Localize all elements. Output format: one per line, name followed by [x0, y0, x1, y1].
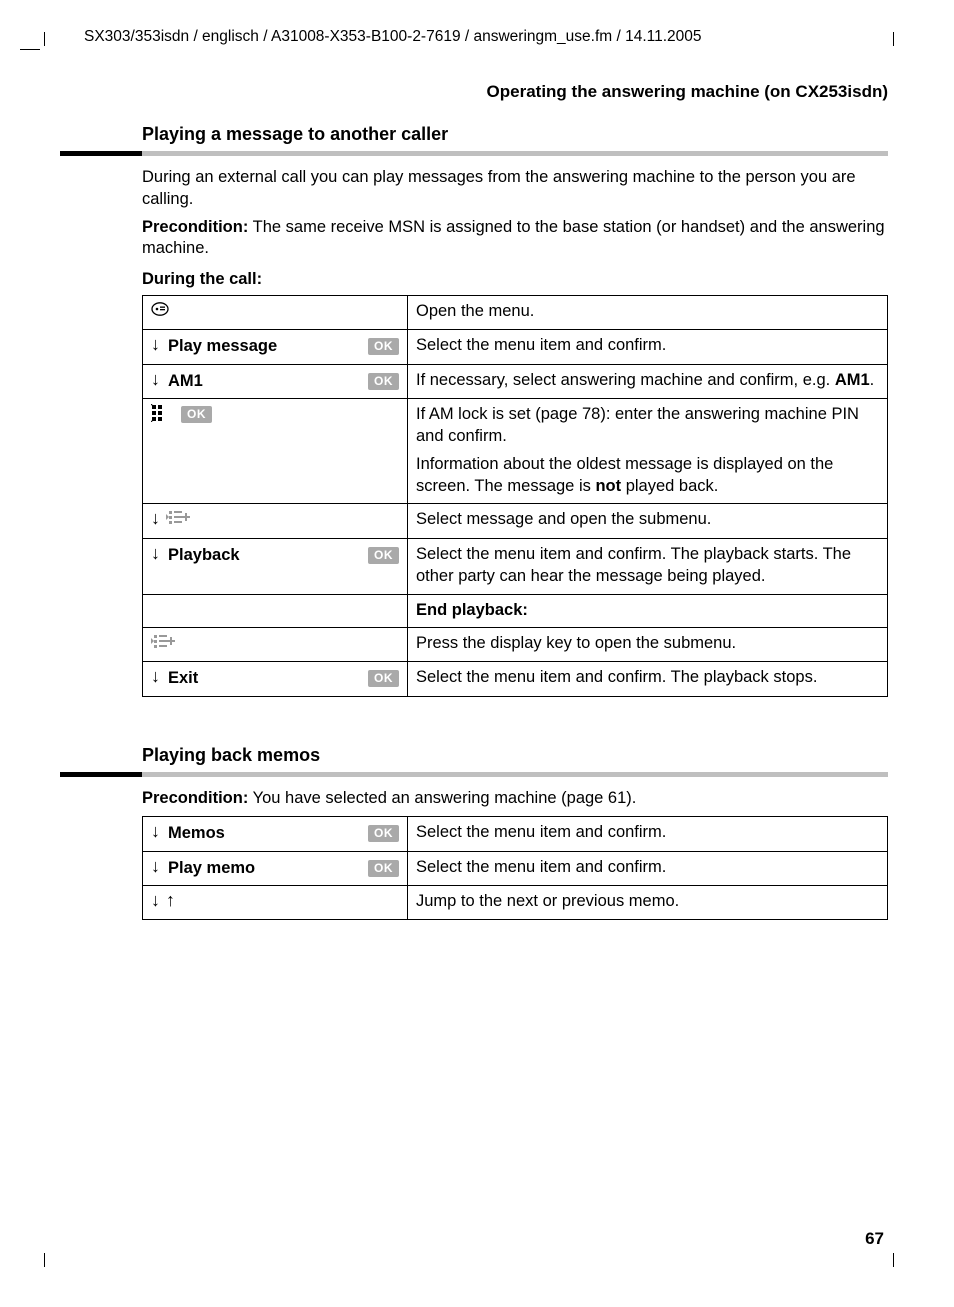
- desc-bold: not: [595, 477, 621, 495]
- table-row: ↓ Playback OK Select the menu item and c…: [143, 539, 888, 595]
- arrow-up-icon: ↑: [166, 891, 175, 909]
- ok-badge: OK: [181, 406, 212, 423]
- crop-mark: [44, 1253, 45, 1267]
- arrow-down-icon: ↓: [151, 857, 160, 875]
- step-description: Select the menu item and confirm.: [408, 329, 888, 364]
- table-row: Open the menu.: [143, 296, 888, 330]
- precondition-text: You have selected an answering machine (…: [248, 789, 636, 807]
- precondition: Precondition: You have selected an answe…: [142, 788, 888, 810]
- step-description: Select the menu item and confirm.: [408, 816, 888, 851]
- content-area: Playing a message to another caller Duri…: [142, 124, 888, 920]
- step-action: ↓ ↑: [143, 886, 408, 920]
- step-description: Press the display key to open the submen…: [408, 628, 888, 662]
- desc-bold: AM1: [835, 371, 870, 389]
- step-action: ↓: [143, 504, 408, 539]
- crop-mark: [44, 32, 45, 46]
- section-heading-memos: Playing back memos: [142, 745, 888, 766]
- step-description: Open the menu.: [408, 296, 888, 330]
- table-row: ↓ AM1 OK If necessary, select answering …: [143, 364, 888, 399]
- ok-badge: OK: [368, 670, 399, 687]
- step-action: ↓ AM1 OK: [143, 364, 408, 399]
- table-row: Press the display key to open the submen…: [143, 628, 888, 662]
- step-action: OK: [143, 399, 408, 504]
- section-heading-play-message: Playing a message to another caller: [142, 124, 888, 145]
- menu-key-icon: [151, 301, 169, 317]
- paragraph: During an external call you can play mes…: [142, 167, 888, 211]
- crop-mark: [893, 32, 894, 46]
- desc-text: played back.: [621, 477, 718, 495]
- menu-item-label: Play message: [168, 335, 399, 358]
- precondition-label: Precondition:: [142, 218, 248, 236]
- step-description: Select the menu item and confirm.: [408, 851, 888, 886]
- step-action: ↓ Exit OK: [143, 662, 408, 697]
- ok-badge: OK: [368, 338, 399, 355]
- step-description: Select the menu item and confirm. The pl…: [408, 539, 888, 595]
- table-row: End playback:: [143, 594, 888, 628]
- step-action: ↓ Playback OK: [143, 539, 408, 595]
- crop-mark: [20, 49, 40, 50]
- step-description: Select the menu item and confirm. The pl…: [408, 662, 888, 697]
- heading-rule: [142, 151, 888, 157]
- ok-badge: OK: [368, 373, 399, 390]
- table-row: ↓ Play memo OK Select the menu item and …: [143, 851, 888, 886]
- table-row: ↓ Play message OK Select the menu item a…: [143, 329, 888, 364]
- precondition: Precondition: The same receive MSN is as…: [142, 217, 888, 261]
- running-header: Operating the answering machine (on CX25…: [60, 82, 894, 102]
- submenu-icon: [151, 633, 177, 649]
- desc-text: If AM lock is set (page 78): enter the a…: [416, 404, 879, 448]
- arrow-down-icon: ↓: [151, 667, 160, 685]
- step-description: Select message and open the submenu.: [408, 504, 888, 539]
- menu-item-label: Playback: [168, 544, 399, 567]
- step-description: If necessary, select answering machine a…: [408, 364, 888, 399]
- menu-item-label: AM1: [168, 370, 399, 393]
- desc-text: If necessary, select answering machine a…: [416, 371, 835, 389]
- procedure-table-2: ↓ Memos OK Select the menu item and conf…: [142, 816, 888, 920]
- heading-rule: [142, 772, 888, 778]
- precondition-text: The same receive MSN is assigned to the …: [142, 218, 885, 258]
- step-description: Jump to the next or previous memo.: [408, 886, 888, 920]
- step-action: [143, 296, 408, 330]
- precondition-label: Precondition:: [142, 789, 248, 807]
- menu-item-label: Exit: [168, 667, 399, 690]
- ok-badge: OK: [368, 860, 399, 877]
- keypad-icon: [151, 404, 173, 422]
- table-row: ↓ ↑ Jump to the next or previous memo.: [143, 886, 888, 920]
- step-action: ↓ Memos OK: [143, 816, 408, 851]
- step-action: [143, 628, 408, 662]
- menu-item-label: Memos: [168, 822, 399, 845]
- submenu-icon: [166, 509, 192, 532]
- arrow-down-icon: ↓: [151, 509, 160, 532]
- arrow-down-icon: ↓: [151, 335, 160, 353]
- step-action: ↓ Play memo OK: [143, 851, 408, 886]
- menu-item-label: Play memo: [168, 857, 399, 880]
- step-description: If AM lock is set (page 78): enter the a…: [408, 399, 888, 504]
- desc-text: .: [870, 371, 875, 389]
- crop-mark: [893, 1253, 894, 1267]
- arrow-down-icon: ↓: [151, 891, 160, 909]
- desc-bold: End playback:: [416, 601, 528, 619]
- ok-badge: OK: [368, 547, 399, 564]
- page: SX303/353isdn / englisch / A31008-X353-B…: [0, 0, 954, 1307]
- page-number: 67: [865, 1229, 884, 1249]
- ok-badge: OK: [368, 825, 399, 842]
- table-row: ↓ Exit OK Select the menu item and confi…: [143, 662, 888, 697]
- procedure-table-1: Open the menu. ↓ Play message OK Select …: [142, 295, 888, 697]
- step-action: ↓ Play message OK: [143, 329, 408, 364]
- arrow-down-icon: ↓: [151, 822, 160, 840]
- table-row: ↓ Memos OK Select the menu item and conf…: [143, 816, 888, 851]
- table-row: OK If AM lock is set (page 78): enter th…: [143, 399, 888, 504]
- step-description: End playback:: [408, 594, 888, 628]
- file-path-header: SX303/353isdn / englisch / A31008-X353-B…: [84, 28, 894, 46]
- desc-text: Information about the oldest message is …: [416, 454, 879, 498]
- table-row: ↓ Select message and open the submenu.: [143, 504, 888, 539]
- arrow-down-icon: ↓: [151, 544, 160, 562]
- subheading: During the call:: [142, 270, 888, 289]
- step-action: [143, 594, 408, 628]
- arrow-down-icon: ↓: [151, 370, 160, 388]
